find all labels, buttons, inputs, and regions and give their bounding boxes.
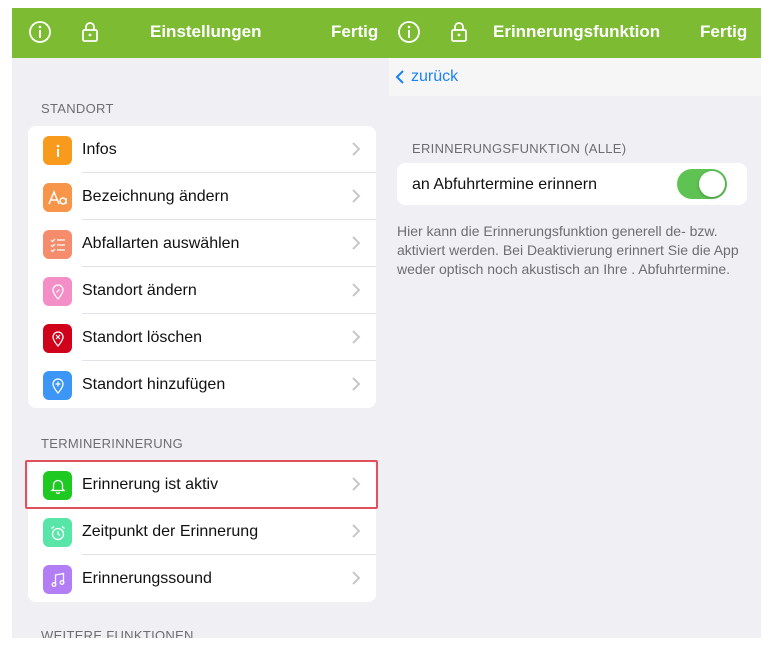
description-text: Hier kann die Erinnerungsfunktion genere…	[397, 223, 739, 277]
terminerinnerung-group: Erinnerung ist aktiv Zeitpunkt der Erinn…	[28, 461, 376, 602]
back-button[interactable]: zurück	[395, 68, 458, 86]
list-item-abfallarten[interactable]: Abfallarten auswählen	[28, 220, 376, 267]
location-delete-icon	[43, 324, 72, 353]
toggle-group: an Abfuhrtermine erinnern	[397, 163, 747, 205]
chevron-right-icon	[350, 570, 362, 586]
page-title: Einstellungen	[150, 22, 262, 41]
back-label: zurück	[411, 68, 459, 85]
location-pin-icon	[43, 277, 72, 306]
lock-icon[interactable]	[78, 20, 102, 44]
list-item-zeitpunkt[interactable]: Zeitpunkt der Erinnerung	[28, 508, 376, 555]
bell-icon	[43, 471, 72, 500]
location-add-icon	[43, 371, 72, 400]
chevron-right-icon	[350, 376, 362, 392]
info-icon	[43, 136, 72, 165]
toggle-knob	[699, 171, 725, 197]
section-header-erinnerungsfunktion: ERINNERUNGSFUNKTION (ALLE)	[412, 141, 627, 156]
list-item-standort-hinzufuegen[interactable]: Standort hinzufügen	[28, 361, 376, 408]
chevron-right-icon	[350, 282, 362, 298]
toggle-label: an Abfuhrtermine erinnern	[412, 176, 597, 193]
list-item-label: Standort ändern	[82, 282, 197, 299]
list-item-bezeichnung[interactable]: Bezeichnung ändern	[28, 173, 376, 220]
list-item-label: Erinnerungssound	[82, 570, 212, 587]
checklist-icon	[43, 230, 72, 259]
reminder-toggle-switch[interactable]	[677, 169, 727, 199]
settings-navbar: Einstellungen Fertig	[12, 8, 389, 58]
list-item-label: Bezeichnung ändern	[82, 188, 229, 205]
text-aa-icon	[43, 183, 72, 212]
chevron-right-icon	[350, 476, 362, 492]
settings-pane: Einstellungen Fertig STANDORT Infos Beze…	[12, 8, 389, 638]
music-note-icon	[43, 565, 72, 594]
reminder-pane: Erinnerungsfunktion Fertig zurück ERINNE…	[389, 8, 761, 638]
list-item-infos[interactable]: Infos	[28, 126, 376, 173]
lock-icon[interactable]	[447, 20, 471, 44]
list-item-label: Infos	[82, 141, 117, 158]
chevron-right-icon	[350, 523, 362, 539]
list-item-label: Standort hinzufügen	[82, 376, 226, 393]
list-item-label: Standort löschen	[82, 329, 203, 346]
chevron-right-icon	[350, 329, 362, 345]
list-item-label: Zeitpunkt der Erinnerung	[82, 523, 259, 540]
chevron-right-icon	[350, 235, 362, 251]
done-button[interactable]: Fertig	[331, 22, 378, 42]
section-header-weitere-funktionen: WEITERE FUNKTIONEN	[41, 628, 194, 638]
chevron-right-icon	[350, 188, 362, 204]
done-button[interactable]: Fertig	[700, 22, 747, 42]
list-item-standort-loeschen[interactable]: Standort löschen	[28, 314, 376, 361]
page-title: Erinnerungsfunktion	[493, 22, 661, 41]
list-item-standort-aendern[interactable]: Standort ändern	[28, 267, 376, 314]
standort-group: Infos Bezeichnung ändern Abfallarten aus…	[28, 126, 376, 408]
section-header-terminerinnerung: TERMINERINNERUNG	[41, 436, 184, 451]
list-item-erinnerungssound[interactable]: Erinnerungssound	[28, 555, 376, 602]
info-circle-icon[interactable]	[28, 20, 52, 44]
chevron-right-icon	[350, 141, 362, 157]
back-bar: zurück	[389, 58, 761, 96]
list-item-erinnerung-aktiv[interactable]: Erinnerung ist aktiv	[28, 461, 376, 508]
chevron-left-icon	[395, 69, 405, 85]
alarm-clock-icon	[43, 518, 72, 547]
reminder-navbar: Erinnerungsfunktion Fertig	[389, 8, 761, 58]
list-item-label: Erinnerung ist aktiv	[82, 476, 219, 493]
section-header-standort: STANDORT	[41, 101, 114, 116]
list-item-label: Abfallarten auswählen	[82, 235, 240, 252]
info-circle-icon[interactable]	[397, 20, 421, 44]
